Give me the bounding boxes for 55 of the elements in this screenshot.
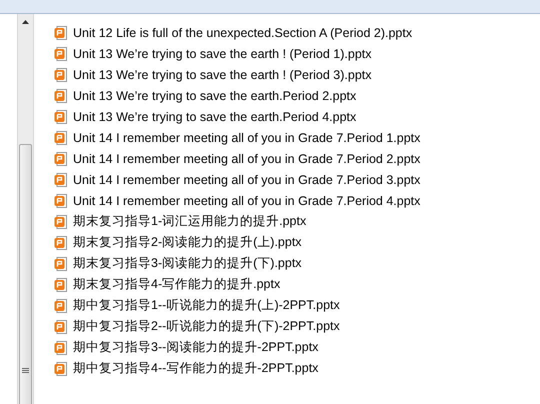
presentation-file-icon	[54, 66, 69, 82]
file-item[interactable]: Unit 14 I remember meeting all of you in Grade 7.Period 1.pptx	[54, 127, 540, 148]
file-name: Unit 13 We’re trying to save the earth.Period 2.pptx	[73, 88, 356, 102]
file-name: Unit 13 We’re trying to save the earth ! (Period 1).pptx	[73, 46, 372, 60]
file-item[interactable]: Unit 13 We’re trying to save the earth.Period 2.pptx	[54, 85, 540, 106]
file-item[interactable]: Unit 14 I remember meeting all of you in Grade 7.Period 2.pptx	[54, 148, 540, 169]
file-item[interactable]: 期中复习指导4--写作能力的提升-2PPT.pptx	[54, 358, 540, 379]
presentation-file-icon	[54, 172, 69, 188]
file-item[interactable]: 期中复习指导3--阅读能力的提升-2PPT.pptx	[54, 337, 540, 358]
file-item[interactable]: 期中复习指导2--听说能力的提升(下)-2PPT.pptx	[54, 316, 540, 337]
file-name: Unit 13 We’re trying to save the earth.Period 4.pptx	[73, 110, 356, 124]
file-name: 期中复习指导4--写作能力的提升-2PPT.pptx	[73, 360, 318, 377]
file-item[interactable]: 期中复习指导1--听说能力的提升(上)-2PPT.pptx	[54, 295, 540, 316]
presentation-file-icon	[54, 340, 69, 356]
file-name: Unit 14 I remember meeting all of you in Grade 7.Period 2.pptx	[73, 152, 420, 166]
presentation-file-icon	[54, 108, 69, 124]
presentation-file-icon	[54, 298, 69, 314]
file-name: 期末复习指导4-写作能力的提升.pptx	[73, 276, 280, 293]
presentation-file-icon	[54, 46, 69, 62]
presentation-file-icon	[54, 88, 69, 104]
file-item[interactable]: Unit 12 Life is full of the unexpected.Section A (Period 2).pptx	[54, 22, 540, 43]
presentation-file-icon	[54, 150, 69, 166]
presentation-file-icon	[54, 256, 69, 272]
file-name: 期末复习指导3-阅读能力的提升(下).pptx	[73, 255, 302, 272]
file-item[interactable]: Unit 13 We’re trying to save the earth.Period 4.pptx	[54, 106, 540, 127]
presentation-file-icon	[54, 276, 69, 292]
scrollbar[interactable]	[17, 14, 34, 404]
file-name: 期末复习指导2-阅读能力的提升(上).pptx	[73, 234, 302, 251]
file-item[interactable]: Unit 13 We’re trying to save the earth ! (Period 1).pptx	[54, 43, 540, 64]
file-item[interactable]: 期末复习指导4-写作能力的提升.pptx	[54, 274, 540, 295]
grip-icon	[22, 368, 29, 374]
scroll-thumb[interactable]	[19, 144, 32, 404]
file-name: Unit 14 I remember meeting all of you in Grade 7.Period 1.pptx	[73, 130, 420, 144]
file-name: 期中复习指导1--听说能力的提升(上)-2PPT.pptx	[73, 297, 340, 314]
file-name: Unit 12 Life is full of the unexpected.Section A (Period 2).pptx	[73, 26, 412, 40]
presentation-file-icon	[54, 214, 69, 230]
file-item[interactable]: 期末复习指导1-词汇运用能力的提升.pptx	[54, 211, 540, 232]
file-name: Unit 14 I remember meeting all of you in Grade 7.Period 4.pptx	[73, 194, 420, 208]
presentation-file-icon	[54, 360, 69, 376]
scroll-up-icon[interactable]	[22, 20, 29, 24]
file-name: Unit 13 We’re trying to save the earth ! (Period 3).pptx	[73, 68, 372, 82]
presentation-file-icon	[54, 24, 69, 40]
file-name: 期中复习指导2--听说能力的提升(下)-2PPT.pptx	[73, 318, 340, 335]
file-item[interactable]: Unit 14 I remember meeting all of you in Grade 7.Period 4.pptx	[54, 190, 540, 211]
presentation-file-icon	[54, 318, 69, 334]
file-item[interactable]: 期末复习指导2-阅读能力的提升(上).pptx	[54, 232, 540, 253]
presentation-file-icon	[54, 130, 69, 146]
file-item[interactable]: Unit 13 We’re trying to save the earth ! (Period 3).pptx	[54, 64, 540, 85]
file-item[interactable]: Unit 14 I remember meeting all of you in Grade 7.Period 3.pptx	[54, 169, 540, 190]
file-name: 期中复习指导3--阅读能力的提升-2PPT.pptx	[73, 339, 318, 356]
presentation-file-icon	[54, 234, 69, 250]
file-item[interactable]: 期末复习指导3-阅读能力的提升(下).pptx	[54, 253, 540, 274]
file-name: Unit 14 I remember meeting all of you in Grade 7.Period 3.pptx	[73, 172, 420, 186]
file-name: 期末复习指导1-词汇运用能力的提升.pptx	[73, 213, 306, 230]
presentation-file-icon	[54, 192, 69, 208]
